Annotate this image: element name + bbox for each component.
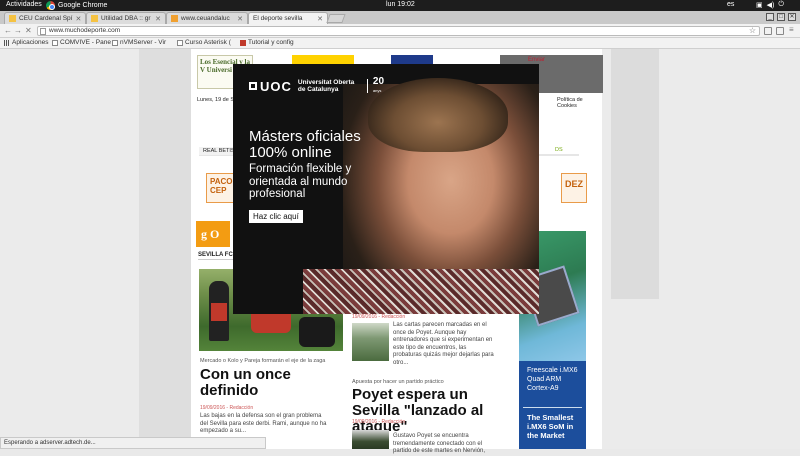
player-figure <box>299 317 335 347</box>
tab-ceu[interactable]: CEU Cardenal Spí ✕ <box>4 12 86 24</box>
article-headline[interactable]: Con un once definido <box>200 367 340 399</box>
screen-icon: ▣ <box>756 2 763 9</box>
tab-el-deporte[interactable]: El deporte sevilla ✕ <box>248 12 328 24</box>
bookmarks-bar: Aplicaciones COMVIVE - Pane nVMServer - … <box>0 38 800 49</box>
side-ad-divider <box>523 407 582 408</box>
bookmark-label: COMVIVE - Pane <box>60 39 111 46</box>
reload-icon[interactable]: ✕ <box>25 26 32 35</box>
bookmark-label: nVMServer - Vir <box>120 39 167 46</box>
bookmark-label: Curso Asterisk ( <box>185 39 231 46</box>
ad-headline: Másters oficiales 100% online <box>249 128 361 161</box>
ad-subheadline: Formación flexible y orientada al mundo … <box>249 163 352 200</box>
article-kicker: Apuesta por hacer un partido práctico <box>352 379 444 385</box>
url-text: www.muchodeporte.com <box>49 27 121 34</box>
uoc-wordmark: UOC <box>260 78 292 94</box>
bookmark-label: Tutorial y config <box>248 39 294 46</box>
header-ad-text: Enviar <box>528 57 546 63</box>
bookmark-label: Aplicaciones <box>12 39 49 46</box>
article-summary: Las cartas parecen marcadas en el once d… <box>393 322 494 366</box>
system-top-bar: Actividades Google Chrome lun 19:02 es ▣… <box>0 0 800 11</box>
back-icon[interactable]: ← <box>4 26 12 35</box>
anniversary-badge: 20 anys <box>373 77 384 95</box>
uoc-fullname: Universitat Oberta de Catalunya <box>297 79 355 93</box>
power-icon: ⏻ <box>778 1 784 8</box>
activities-button[interactable]: Actividades <box>6 1 42 8</box>
tab-strip: CEU Cardenal Spí ✕ Utilidad DBA :: gr ✕ … <box>0 11 800 24</box>
player-shirt <box>211 303 227 321</box>
cookies-link[interactable]: Política de Cookies <box>557 97 602 109</box>
tab-label: El deporte sevilla <box>253 15 303 22</box>
popup-ad[interactable]: UOC Universitat Oberta de Catalunya 20 a… <box>233 64 539 314</box>
ad-portrait-shirt <box>303 269 539 314</box>
nav-item-last[interactable]: DS <box>555 147 563 153</box>
side-ad-text2: The Smallest i.MX6 SoM in the Market <box>527 413 574 440</box>
bookmark-comvive[interactable]: COMVIVE - Pane <box>52 39 111 46</box>
app-menu[interactable]: Google Chrome <box>46 1 107 10</box>
close-tab-icon[interactable]: ✕ <box>237 15 243 23</box>
article-summary: Las bajas en la defensa son el gran prob… <box>200 413 327 434</box>
apps-grid-icon <box>4 39 10 46</box>
side-ad-text1: Freescale i.MX6 Quad ARM Cortex-A9 <box>527 367 578 392</box>
browser-toolbar: ← → ✕ www.muchodeporte.com ☆ ≡ <box>0 24 800 38</box>
app-name: Google Chrome <box>58 2 108 9</box>
status-bar: Esperando a adserver.adtech.de... <box>0 437 266 449</box>
forward-icon[interactable]: → <box>14 26 22 35</box>
page-info-icon[interactable] <box>40 28 46 35</box>
close-tab-icon[interactable]: ✕ <box>155 15 161 23</box>
uoc-square-icon <box>249 82 257 90</box>
banner-right: DEZ <box>561 173 587 203</box>
bookmark-apps[interactable]: Aplicaciones <box>4 39 49 46</box>
close-tab-icon[interactable]: ✕ <box>317 15 323 23</box>
page-left-gutter <box>139 49 191 449</box>
ad-portrait-hair <box>368 78 508 152</box>
article-meta: 19/09/2016 - Redacción <box>200 405 254 411</box>
article-meta: 19/09/2016 - Redacción <box>352 419 406 425</box>
article-thumbnail[interactable] <box>352 430 389 449</box>
tab-label: CEU Cardenal Spí <box>19 15 73 22</box>
minimize-icon[interactable]: _ <box>766 13 774 21</box>
dba-favicon-icon <box>91 15 98 22</box>
ceu-favicon-icon <box>9 15 16 22</box>
close-tab-icon[interactable]: ✕ <box>75 15 81 23</box>
cast-icon[interactable] <box>764 27 772 35</box>
brand-divider <box>366 79 368 93</box>
orange-logo[interactable]: g O <box>196 221 230 247</box>
clock[interactable]: lun 19:02 <box>386 1 415 8</box>
page-icon <box>52 39 58 46</box>
bookmark-tutorial[interactable]: Tutorial y config <box>240 39 294 46</box>
article-thumbnail[interactable] <box>352 323 389 361</box>
page-icon <box>112 39 118 46</box>
article-summary: Gustavo Poyet se encuentra tremendamente… <box>393 433 486 454</box>
article-kicker: Mercado o Kolo y Pareja formarán el eje … <box>200 358 326 364</box>
article-headline[interactable]: Poyet espera un Sevilla "lanzado al ataq… <box>352 387 512 435</box>
maximize-icon[interactable]: □ <box>777 13 785 21</box>
article-meta: 19/09/2016 - Redacción <box>352 314 406 320</box>
extension-icon[interactable] <box>776 27 784 35</box>
new-tab-button[interactable] <box>326 14 346 23</box>
ad-cta-button[interactable]: Haz clic aquí <box>249 210 303 223</box>
page-right-gutter <box>611 49 659 299</box>
system-tray[interactable]: ▣ ◀) ⏻ <box>756 1 784 9</box>
bookmark-nvmserver[interactable]: nVMServer - Vir <box>112 39 166 46</box>
tab-label: Utilidad DBA :: gr <box>101 15 151 22</box>
language-indicator[interactable]: es <box>727 1 734 8</box>
page-icon <box>240 39 246 46</box>
uoc-brand: UOC Universitat Oberta de Catalunya 20 a… <box>249 77 384 95</box>
close-window-icon[interactable]: ✕ <box>788 13 796 21</box>
tab-ceuandalucia[interactable]: www.ceuandaluc ✕ <box>166 12 248 24</box>
bookmark-asterisk[interactable]: Curso Asterisk ( <box>177 39 231 46</box>
menu-icon[interactable]: ≡ <box>789 25 794 34</box>
anniversary-sub: anys <box>372 88 382 93</box>
address-bar[interactable]: www.muchodeporte.com ☆ <box>37 26 760 36</box>
volume-icon: ◀) <box>766 2 775 9</box>
tab-label: www.ceuandaluc <box>181 15 230 22</box>
chrome-icon <box>46 1 55 10</box>
tab-dba[interactable]: Utilidad DBA :: gr ✕ <box>86 12 166 24</box>
ceuandalucia-favicon-icon <box>171 15 178 22</box>
page-icon <box>177 39 183 46</box>
bookmark-star-icon[interactable]: ☆ <box>749 27 756 35</box>
